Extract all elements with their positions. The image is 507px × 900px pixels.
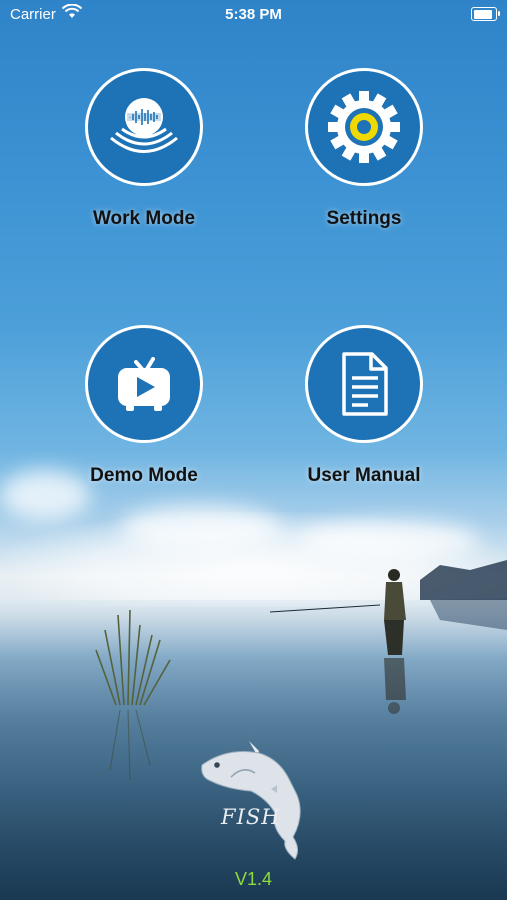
version-label: V1.4 bbox=[234, 869, 273, 889]
settings-button[interactable]: Settings bbox=[274, 68, 454, 230]
work-mode-label: Work Mode bbox=[92, 208, 196, 229]
fish-logo: FISH bbox=[197, 737, 309, 867]
settings-circle[interactable] bbox=[305, 68, 423, 186]
demo-mode-label: Demo Mode bbox=[90, 465, 198, 486]
document-icon bbox=[342, 352, 388, 416]
battery-level bbox=[473, 9, 492, 19]
sonar-icon bbox=[110, 98, 178, 153]
logo-text: FISH bbox=[221, 805, 281, 829]
work-mode-circle[interactable] bbox=[85, 68, 203, 186]
settings-label: Settings bbox=[326, 208, 402, 229]
status-time: 5:38 PM bbox=[225, 6, 282, 23]
demo-mode-circle[interactable] bbox=[85, 325, 203, 443]
fish-logo-icon bbox=[201, 741, 301, 860]
user-manual-circle[interactable] bbox=[305, 325, 423, 443]
gear-icon bbox=[328, 91, 400, 163]
user-manual-button[interactable]: User Manual bbox=[274, 325, 454, 487]
work-mode-button[interactable]: Work Mode bbox=[54, 68, 234, 230]
tv-play-icon bbox=[118, 357, 170, 411]
demo-mode-button[interactable]: Demo Mode bbox=[54, 325, 234, 487]
user-manual-label: User Manual bbox=[307, 465, 421, 486]
home-screen: Carrier 5:38 PM Work Mode Settings Demo … bbox=[0, 0, 507, 900]
status-bar: Carrier 5:38 PM bbox=[0, 0, 507, 28]
battery-icon bbox=[471, 7, 500, 21]
